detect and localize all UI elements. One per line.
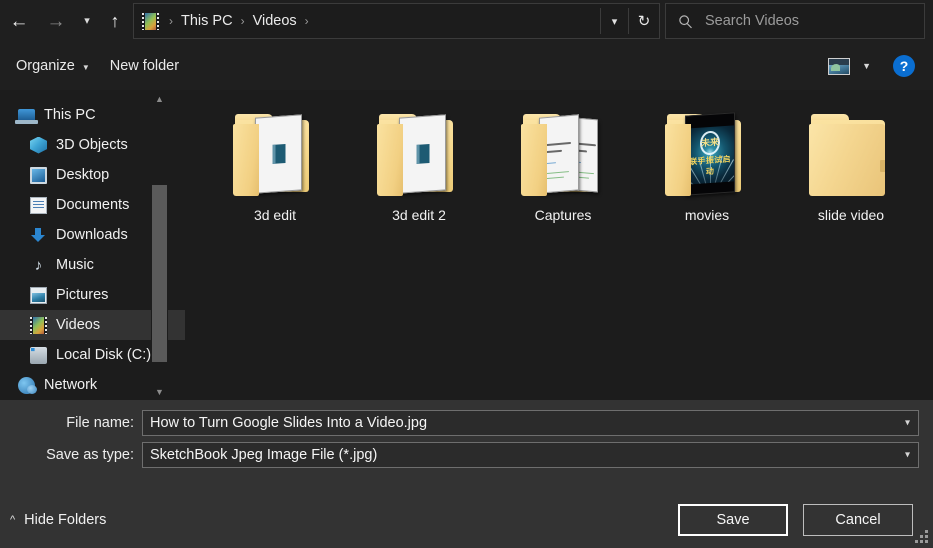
filename-label: File name:: [66, 415, 134, 431]
desktop-icon: [30, 166, 47, 184]
filetype-chevron-down-icon[interactable]: ▾: [905, 450, 910, 461]
filename-value: How to Turn Google Slides Into a Video.j…: [150, 415, 428, 431]
file-list-pane[interactable]: 3d edit 3d edit 2 Captures 未来 联手振试启动 movies sl…: [185, 90, 933, 400]
breadcrumb-separator: ›: [169, 14, 173, 28]
filename-row: File name: How to Turn Google Slides Int…: [0, 410, 919, 436]
folder-icon: [231, 108, 319, 200]
folder-front-flap: [521, 124, 547, 196]
breadcrumb-separator[interactable]: ›: [299, 14, 315, 28]
navigation-pane: This PC 3D Objects Desktop Documents Downloa…: [0, 90, 185, 400]
filename-field[interactable]: How to Turn Google Slides Into a Video.j…: [142, 410, 919, 436]
pictures-icon: [30, 286, 47, 304]
recent-locations-chevron-down-icon[interactable]: ▾: [74, 0, 100, 42]
sidebar-item-label: 3D Objects: [56, 137, 128, 153]
organize-button[interactable]: Organize ▼: [6, 42, 100, 90]
scroll-down-chevron-down-icon[interactable]: ▼: [151, 383, 168, 400]
file-item[interactable]: 3d edit: [203, 104, 347, 254]
folder-icon: [375, 108, 463, 200]
sidebar-item-label: Music: [56, 257, 94, 273]
search-placeholder: Search Videos: [705, 13, 800, 29]
sidebar-item-label: Pictures: [56, 287, 109, 303]
file-item-label: 3d edit: [253, 207, 297, 223]
folder-thumbnail: [399, 114, 446, 194]
address-bar[interactable]: › This PC › Videos › ▾ ↻: [133, 3, 660, 39]
folder-front-flap: [377, 124, 403, 196]
refresh-icon[interactable]: ↻: [629, 4, 659, 38]
folder-icon: [807, 108, 895, 200]
sidebar-item-label: Downloads: [56, 227, 128, 243]
folder-icon: [519, 108, 607, 200]
scrollbar-thumb[interactable]: [152, 185, 167, 362]
filename-chevron-down-icon[interactable]: ▾: [905, 418, 910, 429]
dialog-footer: ^ Hide Folders Save Cancel: [0, 492, 933, 548]
file-item-label: movies: [684, 207, 730, 223]
toolbar-right-group: ▼ ?: [828, 42, 933, 90]
sidebar-item-label: Local Disk (C:): [56, 347, 152, 363]
back-icon[interactable]: ←: [0, 0, 38, 42]
hide-folders-label: Hide Folders: [24, 512, 107, 528]
cancel-button[interactable]: Cancel: [803, 504, 913, 536]
organize-label: Organize: [16, 58, 75, 74]
documents-icon: [30, 196, 47, 214]
music-icon: ♪: [34, 256, 43, 274]
new-folder-button[interactable]: New folder: [100, 42, 189, 90]
file-item-label: Captures: [534, 207, 592, 223]
folder-front-flap: [233, 124, 259, 196]
sidebar-item-label: Documents: [56, 197, 130, 213]
command-toolbar: Organize ▼ New folder ▼ ?: [0, 42, 933, 90]
folder-thumbnail: [255, 114, 302, 194]
local-disk-icon: [30, 346, 47, 364]
file-grid: 3d edit 3d edit 2 Captures 未来 联手振试启动 movies sl…: [203, 104, 933, 254]
file-item-label: 3d edit 2: [392, 207, 446, 223]
downloads-icon: [30, 227, 47, 244]
help-icon[interactable]: ?: [893, 55, 915, 77]
folder-front-flap: [665, 124, 691, 196]
navigation-bar: ← → ▾ ↑ › This PC › Videos › ▾ ↻ Search …: [0, 0, 933, 42]
search-icon: [679, 14, 692, 28]
new-folder-label: New folder: [109, 58, 180, 74]
up-one-level-icon[interactable]: ↑: [100, 0, 130, 42]
breadcrumb-item-this-pc[interactable]: This PC: [179, 13, 235, 29]
breadcrumb-separator: ›: [240, 14, 245, 28]
filetype-value: SketchBook Jpeg Image File (*.jpg): [150, 447, 378, 463]
network-icon: [18, 376, 37, 394]
navigation-scrollbar[interactable]: ▲ ▼: [151, 90, 168, 400]
save-button[interactable]: Save: [678, 504, 788, 536]
forward-icon[interactable]: →: [38, 0, 74, 42]
chevron-up-icon: ^: [10, 514, 16, 526]
sidebar-item-label: This PC: [44, 107, 96, 123]
folder-thumbnail: 未来 联手振试启动: [685, 112, 735, 196]
file-item[interactable]: slide video: [779, 104, 923, 254]
videos-icon: [30, 316, 47, 334]
save-form: File name: How to Turn Google Slides Int…: [0, 400, 933, 492]
filetype-label: Save as type:: [46, 447, 134, 463]
filetype-row: Save as type: SketchBook Jpeg Image File…: [0, 442, 919, 468]
folder-front-flap: [809, 124, 885, 196]
videos-folder-icon: [142, 12, 159, 30]
search-input[interactable]: Search Videos: [665, 3, 925, 39]
save-as-dialog: ← → ▾ ↑ › This PC › Videos › ▾ ↻ Search …: [0, 0, 933, 548]
file-browser: This PC 3D Objects Desktop Documents Downloa…: [0, 90, 933, 400]
scroll-up-chevron-up-icon[interactable]: ▲: [151, 90, 168, 107]
resize-grip-icon[interactable]: [915, 530, 928, 543]
breadcrumb[interactable]: › This PC › Videos ›: [134, 4, 600, 38]
view-options-chevron-down-icon[interactable]: ▼: [862, 61, 871, 71]
chevron-down-icon: ▼: [81, 62, 90, 72]
file-item[interactable]: Captures: [491, 104, 635, 254]
folder-icon: 未来 联手振试启动: [663, 108, 751, 200]
hide-folders-button[interactable]: ^ Hide Folders: [10, 512, 106, 528]
view-layout-icon[interactable]: [828, 57, 851, 75]
3d-objects-icon: [30, 136, 47, 154]
this-pc-icon: [15, 107, 38, 124]
filetype-select[interactable]: SketchBook Jpeg Image File (*.jpg) ▾: [142, 442, 919, 468]
file-item[interactable]: 未来 联手振试启动 movies: [635, 104, 779, 254]
file-item[interactable]: 3d edit 2: [347, 104, 491, 254]
sidebar-item-label: Desktop: [56, 167, 110, 183]
address-dropdown-chevron-down-icon[interactable]: ▾: [601, 4, 628, 38]
sidebar-item-label: Network: [44, 377, 98, 393]
sidebar-item-label: Videos: [56, 317, 101, 333]
breadcrumb-item-videos[interactable]: Videos: [251, 13, 299, 29]
file-item-label: slide video: [817, 207, 885, 223]
